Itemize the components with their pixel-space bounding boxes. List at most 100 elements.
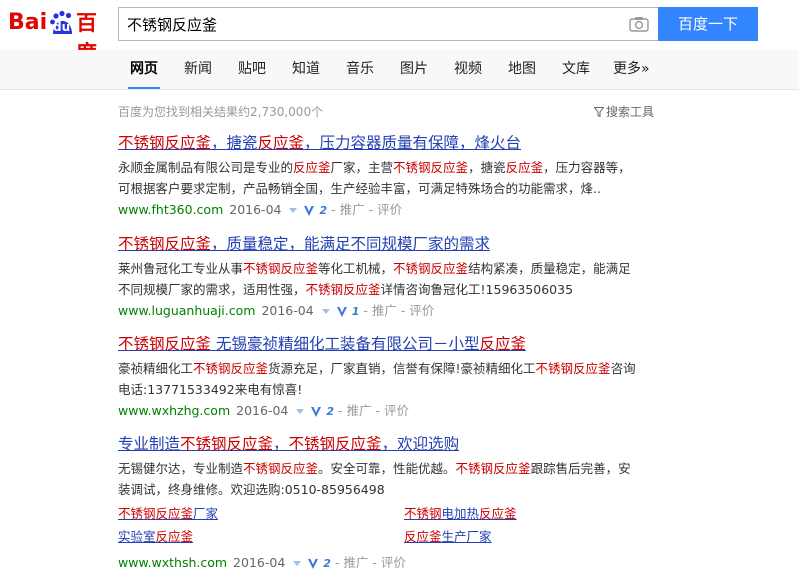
dropdown-caret-icon[interactable]: [293, 561, 302, 566]
result-abstract: 豪祯精细化工不锈钢反应釜货源充足，厂家直销，信誉有保障!豪祯精细化工不锈钢反应釜…: [118, 358, 658, 400]
result-extra[interactable]: - 推广 - 评价: [331, 202, 402, 217]
camera-icon[interactable]: [629, 16, 649, 32]
sublink-stainless-reactor-maker[interactable]: 不锈钢反应釜厂家: [118, 504, 218, 524]
tab-more[interactable]: 更多»: [613, 50, 650, 89]
dropdown-caret-icon[interactable]: [289, 208, 298, 213]
text-segment: 无锡豪祯精细化工装备有限公司－小型: [211, 335, 480, 353]
sublink-electric-heating-reactor[interactable]: 不锈钢电加热反应釜: [404, 504, 517, 524]
dropdown-caret-icon[interactable]: [321, 309, 330, 314]
sublink-lab-reactor[interactable]: 实验室反应釜: [118, 527, 193, 547]
highlighted-keyword: 不锈钢反应釜: [118, 506, 194, 521]
highlighted-keyword: 不锈钢反应釜: [180, 435, 274, 453]
result-title[interactable]: 不锈钢反应釜 无锡豪祯精细化工装备有限公司－小型反应釜: [118, 333, 658, 355]
text-segment: 咨询: [610, 361, 636, 376]
result-abstract: 无锡健尔达，专业制造不锈钢反应釜。安全可靠，性能优越。不锈钢反应釜跟踪售后完善，…: [118, 458, 658, 500]
text-segment: 专业制造: [118, 435, 181, 453]
result-date: 2016-04: [261, 303, 314, 318]
tab-map[interactable]: 地图: [508, 50, 536, 89]
filter-icon: [594, 107, 604, 117]
result-abstract: 永顺金属制品有限公司是专业的反应釜厂家，主营不锈钢反应釜，搪瓷反应釜，压力容器等…: [118, 157, 658, 199]
highlighted-keyword: 不锈钢反应釜: [288, 435, 382, 453]
baidu-logo[interactable]: Bai du 百度: [8, 8, 112, 65]
text-segment: 等化工机械，: [318, 261, 394, 276]
v-level: 1: [351, 305, 360, 318]
v-level: 2: [319, 204, 328, 217]
sublink-reactor-manufacturer[interactable]: 反应釜生产厂家: [404, 527, 492, 547]
result-extra[interactable]: - 推广 - 评价: [335, 555, 406, 570]
highlighted-keyword: 不锈钢反应釜: [305, 282, 381, 297]
text-segment: 可根据客户要求定制，产品畅销全国，生产经验丰富，可满足特殊场合的功能需求，烽..: [118, 181, 601, 196]
text-segment: 详情咨询鲁冠化工!15963506035: [380, 282, 574, 297]
result-title[interactable]: 专业制造不锈钢反应釜，不锈钢反应釜，欢迎选购: [118, 433, 658, 455]
v-level: 2: [326, 405, 335, 418]
highlighted-keyword: 反应釜: [479, 506, 517, 521]
text-segment: 生产厂家: [441, 529, 492, 544]
text-segment: 电加热: [441, 506, 480, 521]
result-abstract-line: 装调试，终身维修。欢迎选购:0510-85956498: [118, 479, 658, 500]
text-segment: 。安全可靠，性能优越。: [318, 461, 456, 476]
highlighted-keyword: 反应釜: [479, 335, 526, 353]
result-url[interactable]: www.wxhzhg.com: [118, 403, 230, 418]
text-segment: 厂家，主营: [330, 160, 394, 175]
v-badge-icon[interactable]: [303, 205, 315, 217]
highlighted-keyword: 反应釜: [257, 134, 305, 152]
tab-wenku[interactable]: 文库: [562, 50, 590, 89]
highlighted-keyword: 不锈钢反应釜: [243, 261, 319, 276]
v-level: 2: [323, 557, 331, 570]
highlighted-keyword: 不锈钢反应釜: [118, 335, 212, 353]
highlighted-keyword: 不锈钢: [404, 506, 442, 521]
highlighted-keyword: 不锈钢反应釜: [393, 261, 469, 276]
result-abstract: 莱州鲁冠化工专业从事不锈钢反应釜等化工机械，不锈钢反应釜结构紧凑，质量稳定，能满…: [118, 258, 658, 300]
result-abstract-line: 电话:13771533492来电有惊喜!: [118, 379, 658, 400]
result-date: 2016-04: [233, 555, 286, 570]
tab-music[interactable]: 音乐: [346, 50, 374, 89]
search-result: 不锈钢反应釜，搪瓷反应釜，压力容器质量有保障，烽火台 永顺金属制品有限公司是专业…: [118, 132, 658, 221]
search-tools[interactable]: 搜索工具: [594, 103, 654, 120]
result-url[interactable]: www.fht360.com: [118, 202, 223, 217]
search-input[interactable]: [127, 8, 627, 40]
text-segment: 跟踪售后完善，安: [530, 461, 631, 476]
text-segment: ，搪瓷: [211, 134, 258, 152]
v-badge-icon[interactable]: [310, 406, 322, 418]
result-date: 2016-04: [236, 403, 289, 418]
result-abstract-line: 不同规模厂家的需求，适用性强，不锈钢反应釜详情咨询鲁冠化工!1596350603…: [118, 279, 658, 300]
result-url-line: www.fht360.com 2016-04 2- 推广 - 评价: [118, 200, 658, 221]
text-segment: ，: [273, 435, 289, 453]
highlighted-keyword: 反应釜: [505, 160, 544, 175]
dropdown-caret-icon[interactable]: [296, 409, 305, 414]
text-segment: 厂家: [193, 506, 219, 521]
result-abstract-line: 无锡健尔达，专业制造不锈钢反应釜。安全可靠，性能优越。不锈钢反应釜跟踪售后完善，…: [118, 458, 658, 479]
tab-images[interactable]: 图片: [400, 50, 428, 89]
result-extra[interactable]: - 推广 - 评价: [338, 403, 409, 418]
result-extra[interactable]: - 推广 - 评价: [363, 303, 434, 318]
search-button[interactable]: 百度一下: [658, 7, 758, 41]
text-segment: 莱州鲁冠化工专业从事: [118, 261, 244, 276]
search-box: [118, 7, 658, 41]
result-abstract-line: 豪祯精细化工不锈钢反应釜货源充足，厂家直销，信誉有保障!豪祯精细化工不锈钢反应釜…: [118, 358, 658, 379]
result-url[interactable]: www.wxthsh.com: [118, 555, 227, 570]
text-segment: 结构紧凑，质量稳定，能满足: [468, 261, 631, 276]
highlighted-keyword: 反应釜: [155, 529, 194, 544]
text-segment: 实验室: [118, 529, 156, 544]
tab-tieba[interactable]: 贴吧: [238, 50, 266, 89]
result-abstract-line: 可根据客户要求定制，产品畅销全国，生产经验丰富，可满足特殊场合的功能需求，烽..: [118, 178, 658, 199]
text-segment: ，质量稳定，能满足不同规模厂家的需求: [211, 235, 491, 253]
text-segment: 永顺金属制品有限公司是专业的: [118, 160, 294, 175]
v-badge-icon[interactable]: [307, 558, 319, 570]
tab-web[interactable]: 网页: [128, 50, 160, 89]
text-segment: 不同规模厂家的需求，适用性强，: [118, 282, 306, 297]
result-url[interactable]: www.luguanhuaji.com: [118, 303, 255, 318]
result-url-line: www.luguanhuaji.com 2016-04 1- 推广 - 评价: [118, 301, 658, 322]
text-segment: ，欢迎选购: [381, 435, 460, 453]
tab-video[interactable]: 视频: [454, 50, 482, 89]
result-title[interactable]: 不锈钢反应釜，质量稳定，能满足不同规模厂家的需求: [118, 233, 658, 255]
search-result: 不锈钢反应釜 无锡豪祯精细化工装备有限公司－小型反应釜 豪祯精细化工不锈钢反应釜…: [118, 333, 658, 422]
search-tools-label: 搜索工具: [606, 105, 655, 119]
result-abstract-line: 莱州鲁冠化工专业从事不锈钢反应釜等化工机械，不锈钢反应釜结构紧凑，质量稳定，能满…: [118, 258, 658, 279]
result-title[interactable]: 不锈钢反应釜，搪瓷反应釜，压力容器质量有保障，烽火台: [118, 132, 658, 154]
tab-news[interactable]: 新闻: [184, 50, 212, 89]
v-badge-icon[interactable]: [336, 306, 348, 318]
tab-zhidao[interactable]: 知道: [292, 50, 320, 89]
text-segment: 货源充足，厂家直销，信誉有保障!豪祯精细化工: [268, 361, 536, 376]
highlighted-keyword: 反应釜: [404, 529, 442, 544]
